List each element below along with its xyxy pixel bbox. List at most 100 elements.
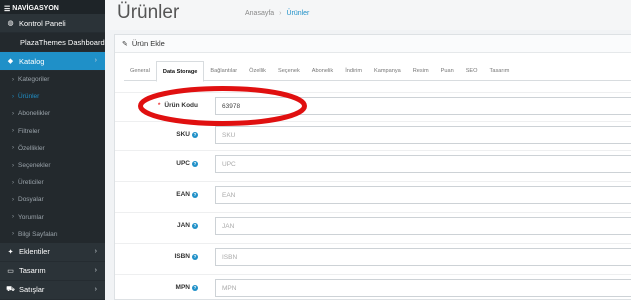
nav-header: ☰ NAVİGASYON bbox=[0, 0, 105, 14]
sku-label-text: SKU bbox=[176, 131, 190, 138]
sidebar-subitem-label: Filtreler bbox=[18, 127, 40, 135]
sidebar-subitem-label: Ürünler bbox=[18, 93, 40, 101]
tab-special[interactable]: Kampanya bbox=[368, 61, 407, 81]
arrow-icon: › bbox=[12, 93, 14, 100]
tab-reward[interactable]: Puan bbox=[435, 61, 460, 81]
form-row-mpn: MPN? bbox=[115, 274, 631, 300]
sidebar-item-label: PlazaThemes Dashboard bbox=[20, 37, 105, 47]
sidebar-subitem-manufacturers[interactable]: › Üreticiler bbox=[0, 174, 105, 191]
model-label-text: Ürün Kodu bbox=[164, 102, 198, 109]
sidebar-item-design[interactable]: ▭ Tasarım › bbox=[0, 262, 105, 281]
sidebar-item-plazathemes[interactable]: PlazaThemes Dashboard bbox=[0, 33, 105, 52]
form-row-ean: EAN? bbox=[115, 181, 631, 208]
product-form-panel: ✎ Ürün Ekle General Data Storage Bağlant… bbox=[114, 34, 631, 300]
puzzle-icon: ✦ bbox=[7, 248, 14, 256]
sidebar-item-dashboard[interactable]: ◍ Kontrol Paneli bbox=[0, 14, 105, 33]
breadcrumb-current[interactable]: Ürünler bbox=[286, 10, 309, 17]
mpn-input[interactable] bbox=[215, 279, 631, 297]
sidebar-subitem-label: Bilgi Sayfaları bbox=[18, 230, 58, 238]
model-input[interactable] bbox=[215, 97, 631, 115]
mpn-label: MPN? bbox=[176, 284, 198, 291]
sidebar-subitem-information[interactable]: › Bilgi Sayfaları bbox=[0, 226, 105, 243]
isbn-label-text: ISBN bbox=[174, 253, 190, 260]
tab-general[interactable]: General bbox=[124, 61, 156, 81]
tab-bar: General Data Storage Bağlantılar Özellik… bbox=[124, 61, 631, 82]
help-icon[interactable]: ? bbox=[192, 131, 198, 138]
tab-image[interactable]: Resim bbox=[407, 61, 435, 81]
sidebar-subitem-label: Dosyalar bbox=[18, 196, 44, 204]
sidebar-subitem-subscriptions[interactable]: › Abonelikler bbox=[0, 105, 105, 122]
sidebar-subitem-reviews[interactable]: › Yorumlar bbox=[0, 209, 105, 226]
arrow-icon: › bbox=[12, 145, 14, 152]
sidebar-subitem-label: Kategoriler bbox=[18, 76, 50, 84]
isbn-input[interactable] bbox=[215, 248, 631, 266]
breadcrumb-home[interactable]: Anasayfa bbox=[245, 10, 274, 17]
pencil-icon: ✎ bbox=[122, 40, 128, 48]
form-row-isbn: ISBN? bbox=[115, 243, 631, 270]
form-row-sku: SKU? bbox=[115, 121, 631, 148]
tab-data-storage[interactable]: Data Storage bbox=[155, 61, 205, 82]
breadcrumb: Anasayfa › Ürünler bbox=[245, 10, 309, 17]
required-marker: * bbox=[157, 102, 161, 109]
tab-design[interactable]: Tasarım bbox=[484, 61, 516, 81]
isbn-label: ISBN? bbox=[174, 253, 198, 260]
tab-seo[interactable]: SEO bbox=[460, 61, 484, 81]
form-row-jan: JAN? bbox=[115, 212, 631, 239]
help-icon[interactable]: ? bbox=[192, 284, 198, 291]
sidebar-item-label: Satışlar bbox=[19, 285, 45, 295]
jan-input[interactable] bbox=[215, 217, 631, 235]
jan-label-text: JAN bbox=[176, 222, 190, 229]
tab-subscription[interactable]: Abonelik bbox=[306, 61, 339, 81]
sidebar-item-label: Katalog bbox=[19, 56, 45, 66]
sku-label: SKU? bbox=[176, 131, 198, 138]
sidebar-subitem-filters[interactable]: › Filtreler bbox=[0, 123, 105, 140]
ean-label: EAN? bbox=[176, 191, 198, 198]
sidebar-subitem-options[interactable]: › Seçenekler bbox=[0, 157, 105, 174]
sidebar-item-label: Kontrol Paneli bbox=[19, 18, 66, 28]
help-icon[interactable]: ? bbox=[192, 222, 198, 229]
mpn-label-text: MPN bbox=[175, 284, 190, 291]
ean-label-text: EAN bbox=[176, 191, 190, 198]
chevron-right-icon: › bbox=[94, 57, 97, 64]
upc-label-text: UPC bbox=[176, 160, 190, 167]
tab-option[interactable]: Seçenek bbox=[272, 61, 306, 81]
tab-links[interactable]: Bağlantılar bbox=[204, 61, 243, 81]
sidebar-subitem-downloads[interactable]: › Dosyalar bbox=[0, 191, 105, 208]
chevron-right-icon: › bbox=[94, 247, 97, 255]
cart-icon: ⛟ bbox=[6, 286, 15, 294]
catalog-submenu: › Kategoriler › Ürünler › Abonelikler › Filt… bbox=[0, 71, 105, 243]
arrow-icon: › bbox=[12, 128, 14, 135]
sidebar-subitem-label: Yorumlar bbox=[18, 213, 44, 221]
arrow-icon: › bbox=[12, 214, 14, 221]
form-row-model: * Ürün Kodu bbox=[115, 92, 631, 119]
tab-discount[interactable]: İndirim bbox=[339, 61, 368, 81]
arrow-icon: › bbox=[12, 76, 14, 83]
arrow-icon: › bbox=[12, 110, 14, 117]
form-row-upc: UPC? bbox=[115, 150, 631, 177]
sidebar: ☰ NAVİGASYON ◍ Kontrol Paneli PlazaTheme… bbox=[0, 0, 105, 300]
sidebar-subitem-label: Abonelikler bbox=[18, 110, 51, 118]
arrow-icon: › bbox=[12, 179, 14, 186]
chevron-right-icon: › bbox=[94, 266, 97, 274]
sidebar-subitem-categories[interactable]: › Kategoriler bbox=[0, 71, 105, 88]
sidebar-subitem-products[interactable]: › Ürünler bbox=[0, 88, 105, 105]
help-icon[interactable]: ? bbox=[192, 191, 198, 198]
sidebar-item-label: Eklentiler bbox=[19, 247, 50, 257]
upc-input[interactable] bbox=[215, 155, 631, 173]
sidebar-item-label: Tasarım bbox=[19, 266, 46, 276]
help-icon[interactable]: ? bbox=[192, 253, 198, 260]
arrow-icon: › bbox=[12, 231, 14, 238]
sku-input[interactable] bbox=[215, 126, 631, 144]
page-title: Ürünler bbox=[117, 2, 180, 23]
ean-input[interactable] bbox=[215, 186, 631, 204]
monitor-icon: ▭ bbox=[7, 267, 14, 275]
sidebar-item-sales[interactable]: ⛟ Satışlar › bbox=[0, 281, 105, 300]
sidebar-item-extensions[interactable]: ✦ Eklentiler › bbox=[0, 243, 105, 262]
help-icon[interactable]: ? bbox=[192, 160, 198, 167]
sidebar-subitem-attributes[interactable]: › Özellikler bbox=[0, 140, 105, 157]
tab-attribute[interactable]: Özellik bbox=[243, 61, 272, 81]
sidebar-subitem-label: Üreticiler bbox=[18, 179, 44, 187]
sidebar-item-catalog[interactable]: ◆ Katalog › bbox=[0, 52, 105, 71]
page-header: Ürünler Anasayfa › Ürünler bbox=[105, 0, 631, 30]
panel-header: ✎ Ürün Ekle bbox=[115, 35, 631, 53]
